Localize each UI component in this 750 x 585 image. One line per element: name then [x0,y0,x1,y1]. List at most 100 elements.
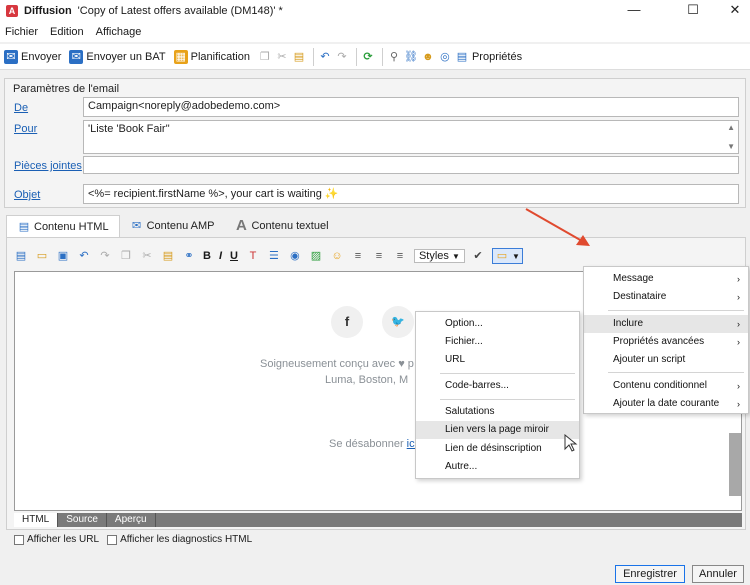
open-folder-icon[interactable]: ▭ [35,249,49,263]
attachment-icon[interactable]: ⚲ [387,50,401,64]
clear-format-icon[interactable]: T [246,249,260,263]
submenu-item-barcode[interactable]: Code-barres... [416,377,579,395]
maximize-button[interactable]: ☐ [670,0,716,22]
submenu-item-unsubscribe-link[interactable]: Lien de désinscription [416,440,579,458]
chevron-right-icon: › [737,337,740,347]
menu-item-advanced-properties[interactable]: Propriétés avancées › [584,333,748,351]
send-proof-icon: ✉ [69,49,84,64]
align-right-icon[interactable]: ≡ [393,249,407,263]
email-parameters-title: Paramètres de l'email [13,83,120,95]
align-center-icon[interactable]: ≡ [372,249,386,263]
subject-label[interactable]: Objet [14,189,40,201]
align-left-icon[interactable]: ≡ [351,249,365,263]
from-label[interactable]: De [14,102,28,114]
paste-icon[interactable]: ▤ [292,50,306,64]
menu-item-message[interactable]: Message › [584,270,748,288]
save-icon[interactable]: ▣ [56,249,70,263]
paste-icon[interactable]: ▤ [161,249,175,263]
menu-separator [608,372,744,373]
menu-item-recipient[interactable]: Destinataire › [584,288,748,306]
attachments-label[interactable]: Pièces jointes [14,160,82,172]
menu-affichage[interactable]: Affichage [96,26,142,38]
unsubscribe-prefix: Se désabonner [329,438,407,450]
undo-icon[interactable]: ↶ [318,50,332,64]
underline-button[interactable]: U [230,250,238,262]
redo-icon[interactable]: ↷ [98,249,112,263]
new-doc-icon[interactable]: ▤ [14,249,28,263]
tab-source[interactable]: Source [58,513,107,527]
facebook-icon[interactable]: f [331,306,363,338]
close-button[interactable]: ✕ [712,0,750,22]
insert-menu: Message › Destinataire › Inclure › Propriét… [583,266,749,414]
tab-html[interactable]: HTML [14,513,59,527]
target-icon[interactable]: ◎ [438,50,452,64]
send-button[interactable]: ✉ Envoyer [4,49,61,64]
cut-icon[interactable]: ✂ [275,50,289,64]
image-icon[interactable]: ▨ [309,249,323,263]
show-urls-label: Afficher les URL [27,534,100,545]
submenu-item-file[interactable]: Fichier... [416,333,579,351]
refresh-icon[interactable]: ⟳ [361,50,375,64]
planning-button[interactable]: ▦ Planification [173,49,250,64]
find-icon[interactable]: ⚭ [182,249,196,263]
submenu-item-url[interactable]: URL [416,351,579,369]
chevron-right-icon: › [737,292,740,302]
menu-fichier[interactable]: Fichier [5,26,38,38]
toolbar-separator [355,47,357,66]
text-icon: A [236,217,247,234]
menu-bar: Fichier Edition Affichage [0,22,750,42]
italic-button[interactable]: I [219,250,222,262]
minimize-button[interactable]: — [611,0,657,22]
styles-dropdown[interactable]: Styles ▼ [413,249,465,263]
spellcheck-icon[interactable]: ✔ [471,249,485,263]
globe-link-icon[interactable]: ◉ [288,249,302,263]
menu-item-conditional-content[interactable]: Contenu conditionnel › [584,377,748,395]
redo-icon[interactable]: ↷ [335,50,349,64]
submenu-item-mirror-link[interactable]: Lien vers la page miroir [416,421,579,439]
planning-label: Planification [190,50,250,63]
submenu-item-greetings[interactable]: Salutations [416,403,579,421]
bold-button[interactable]: B [203,250,211,262]
title-bar: A Diffusion 'Copy of Latest offers avail… [0,0,750,22]
subject-field[interactable]: <%= recipient.firstName %>, your cart is… [83,184,739,204]
to-field[interactable]: 'Liste 'Book Fair'' ▲ ▼ [83,120,739,154]
cancel-button[interactable]: Annuler [692,565,744,583]
menu-item-add-date[interactable]: Ajouter la date courante › [584,395,748,413]
submenu-item-other[interactable]: Autre... [416,458,579,476]
tab-text-content[interactable]: A Contenu textuel [224,215,338,237]
scroll-up-icon[interactable]: ▲ [727,123,735,132]
copy-icon[interactable]: ❐ [258,50,272,64]
attachments-field[interactable] [83,156,739,174]
window-app-name: Diffusion [24,5,72,17]
editor-scrollbar-thumb[interactable] [729,433,741,496]
chevron-right-icon: › [737,381,740,391]
save-button[interactable]: Enregistrer [615,565,685,583]
tab-amp-content[interactable]: ✉ Contenu AMP [120,215,225,237]
show-diagnostics-checkbox[interactable] [107,534,118,545]
from-field[interactable]: Campaign<noreply@adobedemo.com> [83,97,739,117]
send-bat-label: Envoyer un BAT [86,50,166,63]
list-icon[interactable]: ☰ [267,249,281,263]
link-icon[interactable]: ⛓ [404,50,418,64]
menu-item-include[interactable]: Inclure › [584,315,748,333]
tab-html-content[interactable]: ▤ Contenu HTML [6,215,120,237]
annotation-arrow-icon [525,208,590,246]
scroll-down-icon[interactable]: ▼ [727,142,735,151]
undo-icon[interactable]: ↶ [77,249,91,263]
emoji-icon[interactable]: ☺ [330,249,344,263]
show-urls-checkbox[interactable] [14,534,24,545]
cut-icon[interactable]: ✂ [140,249,154,263]
send-bat-button[interactable]: ✉ Envoyer un BAT [69,49,166,64]
copy-icon[interactable]: ❐ [119,249,133,263]
to-label[interactable]: Pour [14,123,37,135]
twitter-icon[interactable]: 🐦 [382,306,414,338]
personalize-icon[interactable]: ☻ [421,50,435,64]
toolbar-separator [312,47,314,66]
insert-dropdown-button[interactable]: ▭ ▼ [491,248,523,264]
tab-preview[interactable]: Aperçu [107,513,156,527]
adobe-logo-icon: A [6,5,18,17]
menu-edition[interactable]: Edition [50,26,84,38]
submenu-item-option[interactable]: Option... [416,315,579,333]
properties-button[interactable]: ▤ Propriétés [455,50,522,64]
menu-item-add-script[interactable]: Ajouter un script [584,351,748,369]
